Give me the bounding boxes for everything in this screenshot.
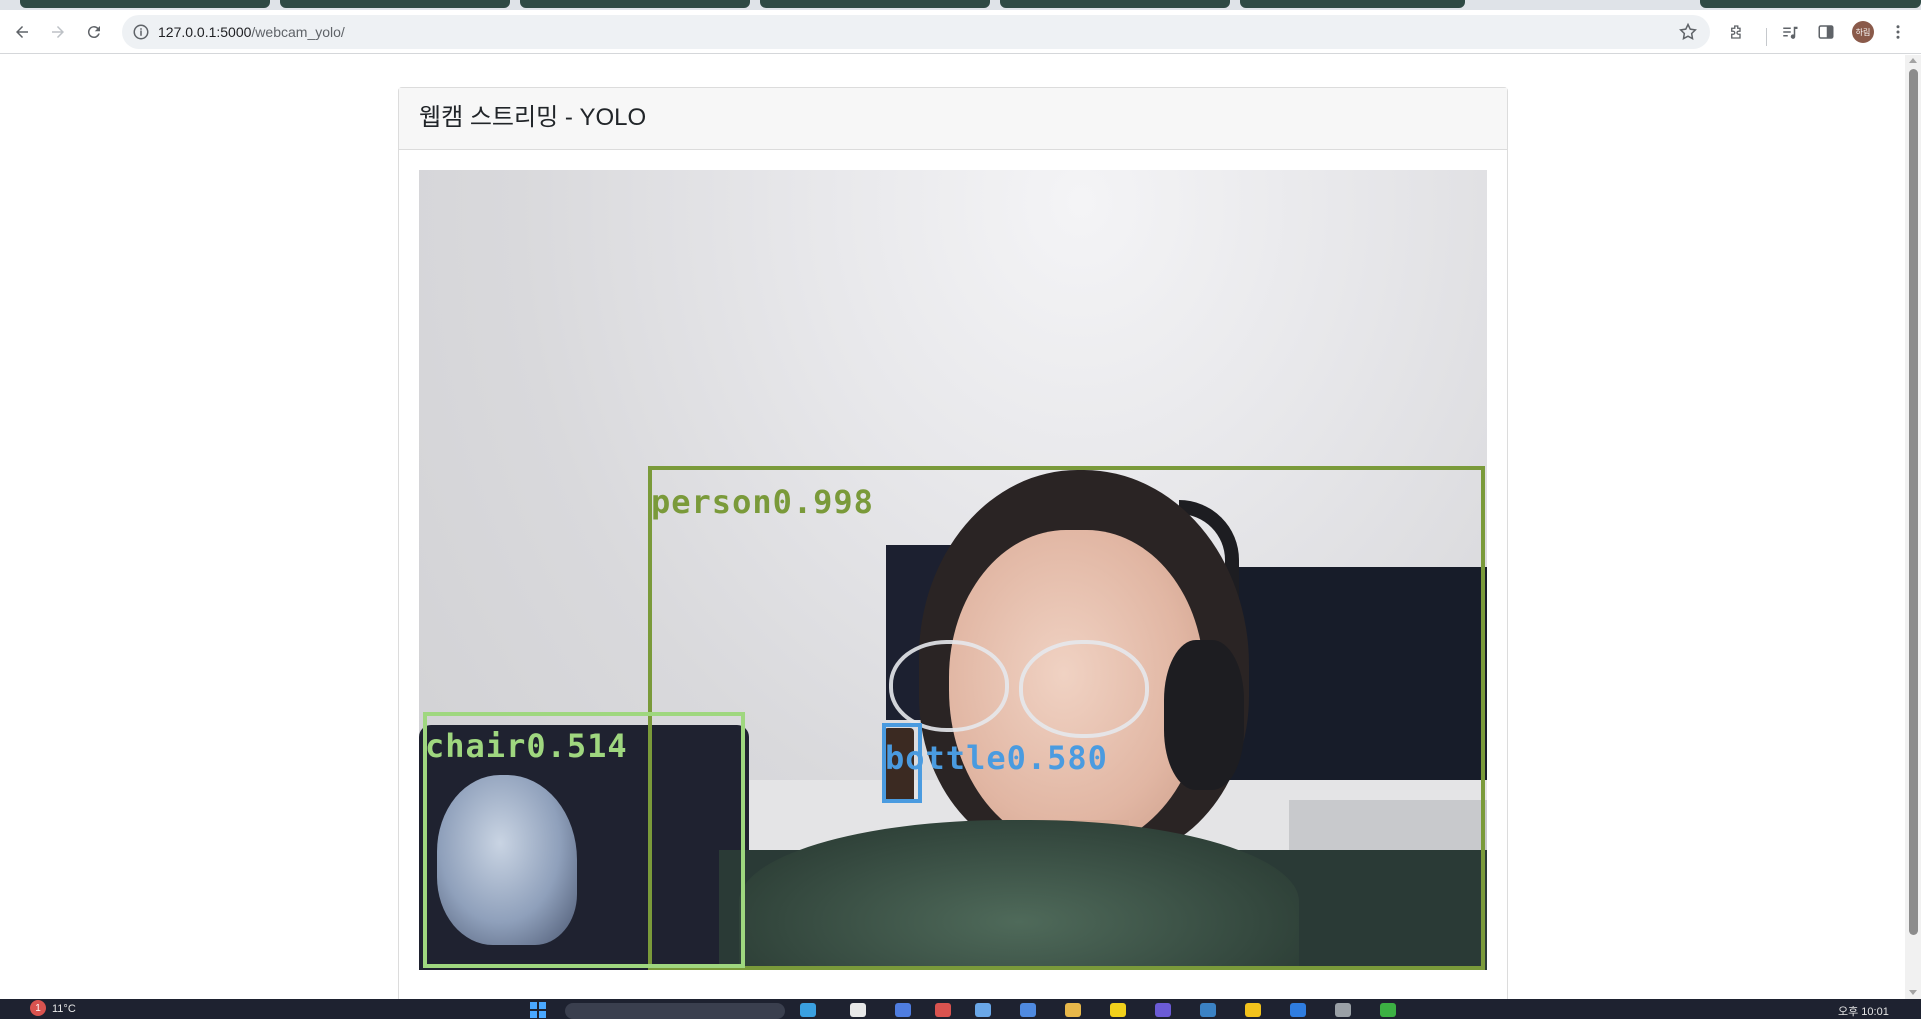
windows-logo-tile bbox=[539, 1002, 546, 1009]
extensions-icon bbox=[1731, 25, 1741, 39]
taskbar-app-icon[interactable] bbox=[1245, 1003, 1261, 1017]
taskbar-app-icon[interactable] bbox=[895, 1003, 911, 1017]
bookmark-star-icon[interactable] bbox=[1678, 22, 1698, 42]
windows-logo-icon bbox=[530, 1002, 537, 1009]
side-panel-icon bbox=[1818, 25, 1834, 39]
back-button[interactable] bbox=[8, 18, 36, 46]
back-icon bbox=[16, 26, 28, 38]
taskbar-clock[interactable]: 오후 10:01 bbox=[1838, 1003, 1889, 1019]
url-path: /webcam_yolo/ bbox=[251, 24, 345, 40]
taskbar-app-icon[interactable] bbox=[975, 1003, 991, 1017]
scroll-up-arrow-icon[interactable] bbox=[1909, 58, 1917, 63]
tab[interactable] bbox=[20, 0, 270, 8]
scroll-down-arrow-icon[interactable] bbox=[1909, 990, 1917, 995]
page-viewport: 웹캠 스트리밍 - YOLO person0.998 chair0.514 bo… bbox=[0, 55, 1905, 999]
media-button[interactable] bbox=[1776, 18, 1804, 46]
weather-badge: 1 bbox=[30, 1000, 46, 1016]
weather-temp[interactable]: 11°C bbox=[52, 1003, 76, 1015]
taskbar-app-icon[interactable] bbox=[1110, 1003, 1126, 1017]
tab-strip bbox=[0, 0, 1921, 10]
side-panel-button[interactable] bbox=[1812, 18, 1840, 46]
page-scrollbar[interactable] bbox=[1905, 55, 1921, 999]
webcam-stream-image: person0.998 chair0.514 bottle0.580 bbox=[419, 170, 1487, 970]
os-taskbar: 1 11°C 오후 10:01 bbox=[0, 999, 1921, 1019]
browser-toolbar: 127.0.0.1:5000/webcam_yolo/ 하림 bbox=[0, 10, 1921, 54]
taskbar-app-icon[interactable] bbox=[1290, 1003, 1306, 1017]
taskbar-app-icon[interactable] bbox=[850, 1003, 866, 1017]
toolbar-divider bbox=[1766, 28, 1767, 46]
taskbar-app-icon[interactable] bbox=[1020, 1003, 1036, 1017]
tab[interactable] bbox=[760, 0, 990, 8]
forward-button[interactable] bbox=[44, 18, 72, 46]
reload-icon bbox=[87, 26, 100, 39]
detection-label-bottle: bottle0.580 bbox=[885, 739, 1108, 777]
tab[interactable] bbox=[1700, 0, 1921, 8]
taskbar-app-icon[interactable] bbox=[1380, 1003, 1396, 1017]
extensions-button[interactable] bbox=[1723, 18, 1751, 46]
taskbar-app-icon[interactable] bbox=[1200, 1003, 1216, 1017]
windows-logo-tile bbox=[530, 1011, 537, 1018]
forward-icon bbox=[52, 26, 64, 38]
taskbar-app-icon[interactable] bbox=[1155, 1003, 1171, 1017]
media-icon bbox=[1783, 26, 1798, 39]
scroll-thumb[interactable] bbox=[1909, 69, 1918, 935]
windows-logo-tile bbox=[539, 1011, 546, 1018]
url-text[interactable]: 127.0.0.1:5000/webcam_yolo/ bbox=[158, 24, 345, 40]
detection-label-person: person0.998 bbox=[651, 483, 874, 521]
detection-label-chair: chair0.514 bbox=[425, 727, 628, 765]
menu-icon bbox=[1896, 25, 1900, 39]
taskbar-app-icon[interactable] bbox=[935, 1003, 951, 1017]
tab[interactable] bbox=[1000, 0, 1230, 8]
start-button[interactable] bbox=[530, 1002, 546, 1018]
taskbar-app-icon[interactable] bbox=[1065, 1003, 1081, 1017]
browser-menu-button[interactable] bbox=[1884, 18, 1912, 46]
site-info-icon[interactable] bbox=[132, 23, 150, 41]
taskbar-app-icon[interactable] bbox=[1335, 1003, 1351, 1017]
taskbar-search[interactable] bbox=[565, 1003, 785, 1019]
url-host: 127.0.0.1:5000 bbox=[158, 24, 252, 40]
tab[interactable] bbox=[280, 0, 510, 8]
tab[interactable] bbox=[520, 0, 750, 8]
stream-card: 웹캠 스트리밍 - YOLO person0.998 chair0.514 bo… bbox=[398, 87, 1508, 999]
reload-button[interactable] bbox=[80, 18, 108, 46]
card-body: person0.998 chair0.514 bottle0.580 bbox=[399, 150, 1507, 990]
detection-box-person bbox=[648, 466, 1485, 970]
tab[interactable] bbox=[1240, 0, 1465, 8]
profile-avatar[interactable]: 하림 bbox=[1852, 21, 1874, 43]
page-title: 웹캠 스트리밍 - YOLO bbox=[419, 104, 647, 131]
address-bar[interactable]: 127.0.0.1:5000/webcam_yolo/ bbox=[122, 15, 1710, 49]
taskbar-app-icon[interactable] bbox=[800, 1003, 816, 1017]
card-header: 웹캠 스트리밍 - YOLO bbox=[399, 88, 1507, 150]
